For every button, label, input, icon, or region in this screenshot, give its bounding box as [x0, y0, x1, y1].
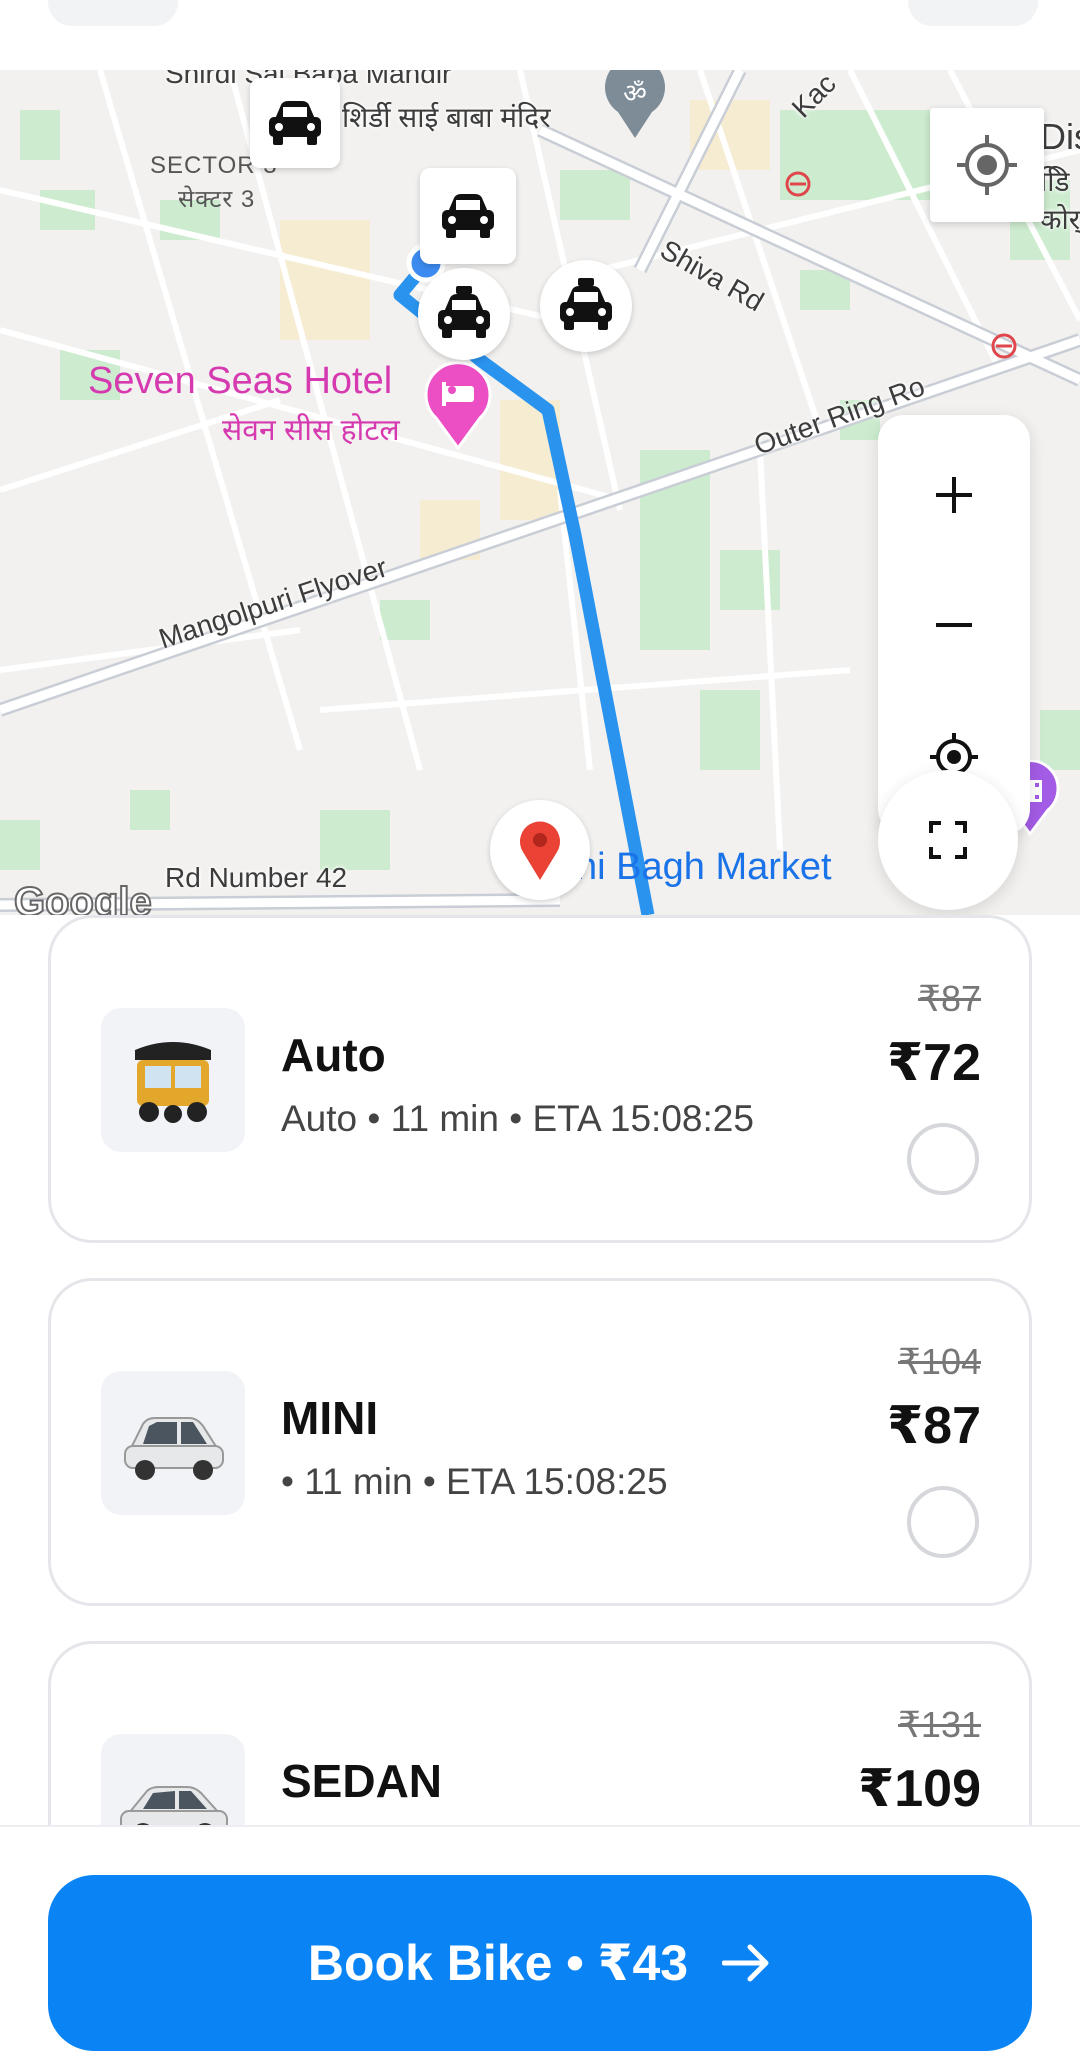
temple-label-hi: शिर्डी साई बाबा मंदिर: [342, 102, 551, 133]
hotel-label-hi: सेवन सीस होटल: [222, 414, 400, 447]
taxi-icon: [418, 268, 510, 360]
temple-pin-icon[interactable]: ॐ: [600, 70, 670, 140]
top-right-label-hi2: कोर्: [1040, 204, 1080, 235]
ride-name: MINI: [281, 1392, 379, 1444]
metro-icon: [990, 332, 1018, 360]
ride-options-sheet: Auto Auto • 11 min • ETA 15:08:25 ₹87 ₹7…: [0, 915, 1080, 1825]
ride-option-mini[interactable]: MINI • 11 min • ETA 15:08:25 ₹104 ₹87: [48, 1278, 1032, 1606]
destination-pin-icon[interactable]: [490, 800, 590, 900]
gps-locate-icon: [957, 135, 1017, 195]
zoom-in-button[interactable]: [878, 435, 1030, 555]
ride-old-price: ₹104: [898, 1341, 981, 1382]
ride-old-price: ₹87: [918, 978, 981, 1019]
ride-radio[interactable]: [907, 1123, 979, 1195]
ride-old-price: ₹131: [898, 1704, 981, 1745]
market-label: ni Bagh Market: [576, 846, 832, 888]
arrow-right-icon: [722, 1943, 772, 1983]
book-bike-button[interactable]: Book Bike • ₹43: [48, 1875, 1032, 2051]
menu-button[interactable]: [908, 0, 1038, 26]
fullscreen-button[interactable]: [878, 770, 1018, 910]
ride-meta: • 11 min • ETA 15:08:25: [281, 1461, 668, 1502]
book-button-label: Book Bike • ₹43: [307, 1935, 689, 1991]
fullscreen-icon: [929, 821, 967, 859]
car-icon: [250, 78, 340, 168]
ride-name: SEDAN: [281, 1755, 443, 1807]
svg-text:ॐ: ॐ: [623, 79, 647, 109]
google-watermark: Google: [13, 879, 153, 915]
top-bar: [0, 0, 1080, 70]
ride-meta: Auto • 11 min • ETA 15:08:25: [281, 1098, 754, 1139]
ride-name: Auto: [281, 1029, 386, 1081]
hatchback-car-image: [101, 1371, 245, 1515]
rd42-label: Rd Number 42: [165, 862, 348, 893]
zoom-out-button[interactable]: [878, 565, 1030, 685]
ride-price: ₹87: [886, 1397, 981, 1455]
ride-radio[interactable]: [907, 1486, 979, 1558]
top-right-label: Dis: [1040, 116, 1080, 157]
sector-label-hi: सेक्टर 3: [178, 186, 256, 213]
map-view[interactable]: Shirdi Sai Baba Mandir शिर्डी साई बाबा म…: [0, 70, 1080, 915]
ride-price: ₹72: [886, 1034, 981, 1092]
top-right-label-hi: डिि: [1040, 166, 1070, 197]
car-icon: [420, 168, 516, 264]
sedan-car-image: [101, 1734, 245, 1825]
hotel-label: Seven Seas Hotel: [88, 360, 393, 402]
zoom-out-icon: [936, 623, 972, 627]
auto-rickshaw-image: [101, 1008, 245, 1152]
gps-locate-button[interactable]: [930, 108, 1044, 222]
taxi-icon: [540, 260, 632, 352]
zoom-in-icon: [936, 477, 972, 513]
booking-footer: Book Bike • ₹43: [0, 1825, 1080, 2066]
ride-option-auto[interactable]: Auto Auto • 11 min • ETA 15:08:25 ₹87 ₹7…: [48, 915, 1032, 1243]
ride-option-sedan[interactable]: SEDAN ₹131 ₹109: [48, 1641, 1032, 1825]
metro-icon: [784, 170, 812, 198]
hotel-pin-icon[interactable]: [420, 360, 496, 451]
ride-price: ₹109: [858, 1760, 981, 1818]
back-button[interactable]: [48, 0, 178, 26]
